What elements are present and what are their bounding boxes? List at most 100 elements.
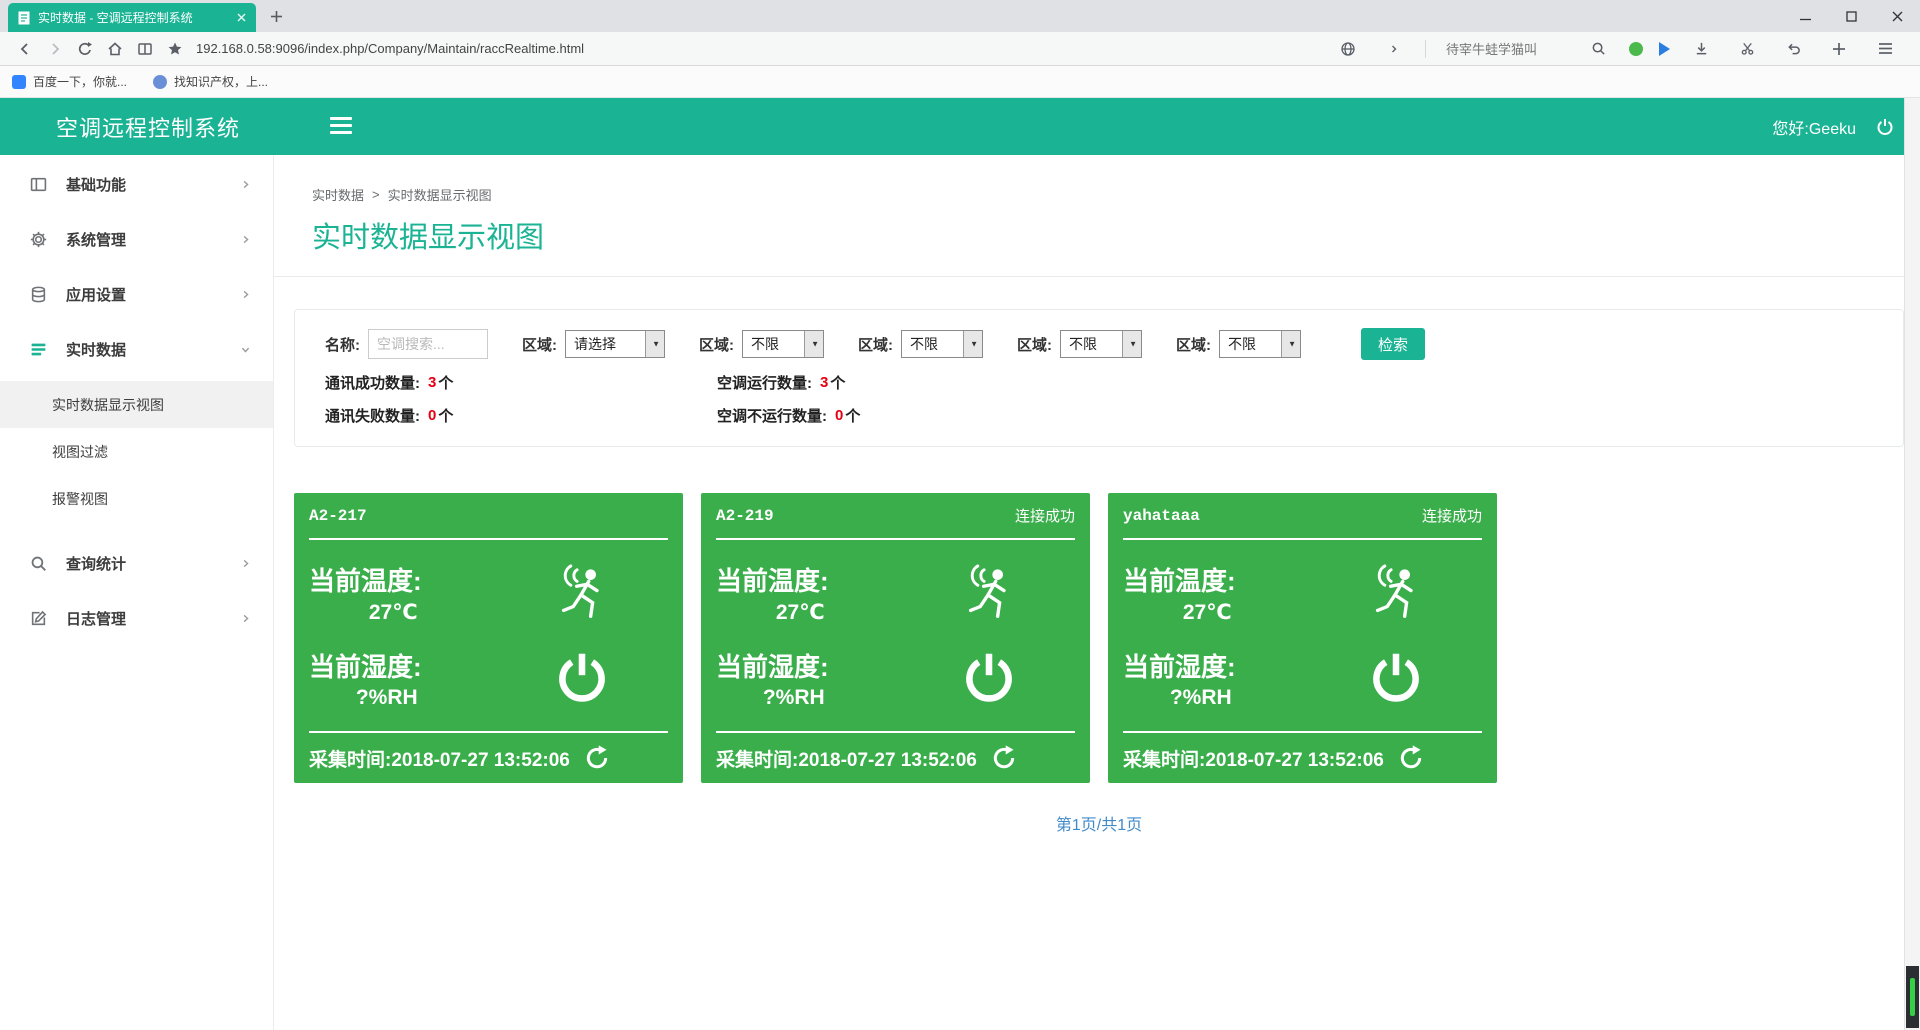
sidebar-subitem-realtime-view[interactable]: 实时数据显示视图 (0, 381, 273, 428)
window-maximize-icon[interactable] (1828, 0, 1874, 32)
sidebar-item-basic-functions[interactable]: 基础功能 (0, 157, 273, 212)
card-refresh-icon[interactable] (1398, 745, 1424, 771)
chevron-down-icon (240, 344, 251, 355)
stat-unit: 个 (830, 372, 845, 393)
sidebar-item-label: 实时数据 (66, 339, 126, 360)
ac-card-list: A2-217 当前温度: 27℃ (294, 493, 1904, 783)
breadcrumb-parent[interactable]: 实时数据 (312, 185, 364, 204)
data-list-icon (30, 341, 50, 358)
database-icon (30, 286, 50, 303)
stat-unit: 个 (438, 372, 453, 393)
sidebar-subitem-alarm-view[interactable]: 报警视图 (0, 475, 273, 522)
stat-value: 0 (428, 407, 436, 424)
search-icon[interactable] (1583, 35, 1613, 63)
gear-icon (30, 231, 50, 248)
home-icon[interactable] (100, 35, 130, 63)
sidebar-item-log-management[interactable]: 日志管理 (0, 591, 273, 646)
sidebar-item-label: 查询统计 (66, 553, 126, 574)
stat-ac-running: 空调运行数量: 3 个 (717, 372, 845, 393)
scissors-icon[interactable] (1732, 35, 1762, 63)
humidity-value: ?%RH (716, 686, 829, 710)
bookmark-label: 找知识产权，上... (174, 73, 268, 90)
region-select-wrap: 不限 (1060, 330, 1142, 358)
pagination-text: 第1页/共1页 (294, 811, 1904, 835)
sidebar-item-realtime-data[interactable]: 实时数据 (0, 322, 273, 377)
tab-close-icon[interactable] (237, 13, 246, 22)
sidebar-item-label: 应用设置 (66, 284, 126, 305)
chevron-right-icon (240, 179, 251, 190)
stat-label: 空调不运行数量: (717, 405, 827, 426)
stat-unit: 个 (438, 405, 453, 426)
user-greeting: 您好:Geeku (1772, 115, 1856, 139)
bookmark-item[interactable]: 百度一下，你就... (12, 73, 127, 90)
page-scrollbar[interactable] (1904, 98, 1920, 1030)
undo-icon[interactable] (1778, 35, 1808, 63)
edit-icon (30, 610, 50, 627)
region-select-wrap: 请选择 (565, 330, 665, 358)
forward-icon[interactable] (40, 35, 70, 63)
search-hint-text[interactable]: 待宰牛蛙学猫叫 (1442, 39, 1567, 58)
collect-time: 采集时间:2018-07-27 13:52:06 (716, 745, 977, 772)
app-header: 空调远程控制系统 您好:Geeku (0, 98, 1920, 155)
collect-time: 采集时间:2018-07-27 13:52:06 (309, 745, 570, 772)
region-select-5[interactable]: 不限 (1219, 330, 1301, 358)
chevron-right-icon[interactable] (1379, 35, 1409, 63)
search-button[interactable]: 检索 (1361, 328, 1425, 360)
green-circle-icon[interactable] (1629, 42, 1643, 56)
power-icon[interactable] (1368, 650, 1424, 706)
new-tab-icon[interactable] (270, 10, 283, 23)
region-select-wrap: 不限 (1219, 330, 1301, 358)
ac-name: A2-217 (309, 507, 367, 525)
tab-favicon-icon (18, 11, 30, 25)
running-person-icon (552, 564, 610, 622)
region-select-3[interactable]: 不限 (901, 330, 983, 358)
sidebar-item-query-statistics[interactable]: 查询统计 (0, 536, 273, 591)
bookmark-label: 百度一下，你就... (33, 73, 127, 90)
card-refresh-icon[interactable] (584, 745, 610, 771)
ac-search-input[interactable] (368, 329, 488, 359)
power-icon[interactable] (961, 650, 1017, 706)
back-icon[interactable] (10, 35, 40, 63)
add-icon[interactable] (1824, 35, 1854, 63)
sidebar-item-system-management[interactable]: 系统管理 (0, 212, 273, 267)
region-label: 区域: (699, 334, 734, 355)
humidity-label: 当前湿度: (309, 647, 422, 684)
sidebar-item-label: 基础功能 (66, 174, 126, 195)
url-text[interactable]: 192.168.0.58:9096/index.php/Company/Main… (196, 41, 584, 56)
download-icon[interactable] (1686, 35, 1716, 63)
sidebar-subitem-view-filter[interactable]: 视图过滤 (0, 428, 273, 475)
speed-dial-icon[interactable] (130, 35, 160, 63)
bookmark-item[interactable]: 找知识产权，上... (153, 73, 268, 90)
bookmarks-bar: 百度一下，你就... 找知识产权，上... (0, 66, 1920, 98)
temperature-label: 当前温度: (1123, 561, 1236, 598)
region-label: 区域: (522, 334, 557, 355)
region-select-4[interactable]: 不限 (1060, 330, 1142, 358)
region-select-1[interactable]: 请选择 (565, 330, 665, 358)
bookmark-star-icon[interactable] (160, 35, 190, 63)
stat-label: 通讯失败数量: (325, 405, 420, 426)
stat-value: 3 (428, 374, 436, 391)
card-refresh-icon[interactable] (991, 745, 1017, 771)
window-close-icon[interactable] (1874, 0, 1920, 32)
bookmark-favicon-icon (153, 75, 167, 89)
browser-tab[interactable]: 实时数据 - 空调远程控制系统 (8, 3, 256, 32)
ac-name: A2-219 (716, 507, 774, 525)
tab-title: 实时数据 - 空调远程控制系统 (38, 9, 229, 26)
globe-icon[interactable] (1333, 35, 1363, 63)
stat-label: 空调运行数量: (717, 372, 812, 393)
stat-value: 0 (835, 407, 843, 424)
main-content: 实时数据 > 实时数据显示视图 实时数据显示视图 名称: 区域: 请选择 (274, 155, 1920, 1030)
humidity-label: 当前湿度: (716, 647, 829, 684)
window-minimize-icon[interactable] (1782, 0, 1828, 32)
grid-icon (30, 176, 50, 193)
region-select-2[interactable]: 不限 (742, 330, 824, 358)
menu-icon[interactable] (1870, 35, 1900, 63)
scroll-indicator[interactable] (1906, 966, 1919, 1028)
sidebar-item-app-settings[interactable]: 应用设置 (0, 267, 273, 322)
refresh-icon[interactable] (70, 35, 100, 63)
logout-power-icon[interactable] (1876, 118, 1894, 136)
sidebar-toggle-icon[interactable] (330, 117, 352, 138)
play-icon[interactable] (1659, 42, 1670, 56)
connection-status: 连接成功 (1015, 505, 1075, 526)
power-icon[interactable] (554, 650, 610, 706)
